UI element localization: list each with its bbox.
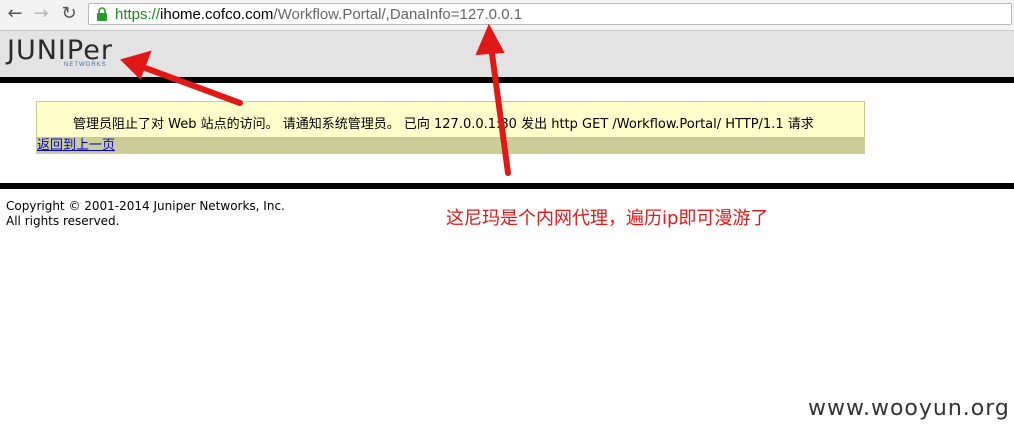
red-annotation-text: 这尼玛是个内网代理，遍历ip即可漫游了 <box>446 208 769 229</box>
juniper-header: JUNIPer NETWORKS <box>0 31 1014 77</box>
lock-icon <box>97 7 107 21</box>
copyright-notice: Copyright © 2001-2014 Juniper Networks, … <box>6 199 285 229</box>
url-text[interactable]: https://ihome.cofco.com/Workflow.Portal/… <box>115 6 522 24</box>
url-path: /Workflow.Portal/,DanaInfo=127.0.0.1 <box>273 6 523 23</box>
address-bar[interactable]: https://ihome.cofco.com/Workflow.Portal/… <box>88 3 1012 25</box>
blocked-message-text: 管理员阻止了对 Web 站点的访问。 请通知系统管理员。 已向 127.0.0.… <box>73 117 814 132</box>
juniper-logo: JUNIPer <box>7 35 113 66</box>
reload-icon[interactable]: ↻ <box>58 3 80 25</box>
copyright-line-1: Copyright © 2001-2014 Juniper Networks, … <box>6 199 285 213</box>
blocked-message-box: 管理员阻止了对 Web 站点的访问。 请通知系统管理员。 已向 127.0.0.… <box>36 101 865 138</box>
url-host: ihome.cofco.com <box>160 6 274 23</box>
back-arrow-icon[interactable]: ← <box>4 3 26 25</box>
header-divider <box>0 77 1014 83</box>
browser-toolbar: ← → ↻ https://ihome.cofco.com/Workflow.P… <box>0 0 1014 31</box>
footer-divider <box>0 183 1014 189</box>
url-scheme: https:// <box>115 6 161 23</box>
back-link-bar: 返回到上一页 <box>36 138 865 154</box>
wooyun-watermark: www.wooyun.org <box>808 396 1010 421</box>
forward-arrow-icon[interactable]: → <box>30 3 52 25</box>
back-to-previous-link[interactable]: 返回到上一页 <box>37 138 115 154</box>
copyright-line-2: All rights reserved. <box>6 214 120 228</box>
juniper-logo-subtext: NETWORKS <box>64 62 107 68</box>
